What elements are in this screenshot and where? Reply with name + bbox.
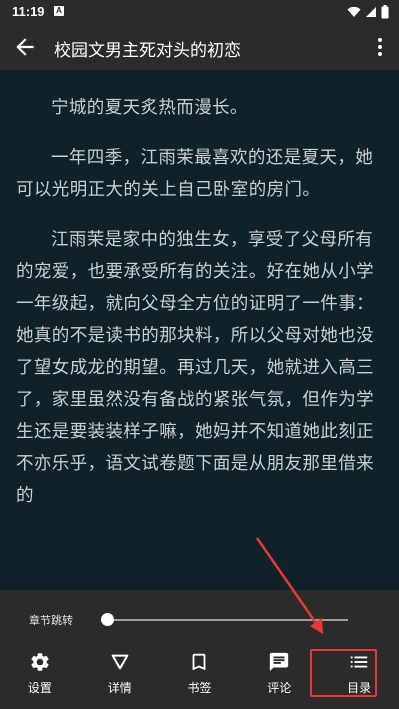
triangle-down-icon [111, 654, 129, 670]
nav-label: 详情 [107, 681, 132, 695]
chapter-jump-label: 章节跳转 [29, 614, 73, 627]
status-icons [347, 5, 389, 19]
nav-label: 设置 [27, 681, 52, 695]
page-title: 校园文男主死对头的初恋 [54, 41, 241, 61]
status-bar: 11:19 A [0, 0, 399, 24]
notification-icon: A [54, 6, 64, 16]
paragraph: 宁城的夏天炙热而漫长。 [51, 98, 248, 118]
nav-details[interactable]: 详情 [80, 643, 160, 709]
cellular-icon [366, 7, 376, 17]
chapter-slider-thumb[interactable] [101, 613, 114, 626]
nav-label: 书签 [187, 681, 212, 695]
comment-icon [270, 652, 289, 672]
chapter-slider-track[interactable] [104, 619, 348, 621]
battery-icon [381, 5, 389, 19]
gear-icon [31, 653, 49, 671]
reading-content[interactable]: 宁城的夏天炙热而漫长。 一年四季，江雨茉最喜欢的还是夏天，她可以光明正大的关上自… [0, 70, 399, 590]
app-bar: 校园文男主死对头的初恋 [0, 24, 399, 70]
bookmark-icon [193, 653, 206, 671]
wifi-icon [347, 6, 361, 17]
paragraph: 江雨茉是家中的独生女，享受了父母所有的宠爱，也要承受所有的关注。好在她从小学一年… [16, 230, 374, 506]
nav-settings[interactable]: 设置 [0, 643, 80, 709]
catalog-highlight-box [310, 649, 377, 697]
more-vert-icon[interactable] [373, 36, 387, 58]
nav-bookmark[interactable]: 书签 [160, 643, 240, 709]
nav-label: 评论 [267, 681, 292, 695]
arrow-left-icon[interactable] [12, 34, 38, 60]
status-time: 11:19 [12, 4, 45, 19]
paragraph: 一年四季，江雨茉最喜欢的还是夏天，她可以光明正大的关上自己卧室的房门。 [16, 148, 374, 200]
nav-comments[interactable]: 评论 [239, 643, 319, 709]
